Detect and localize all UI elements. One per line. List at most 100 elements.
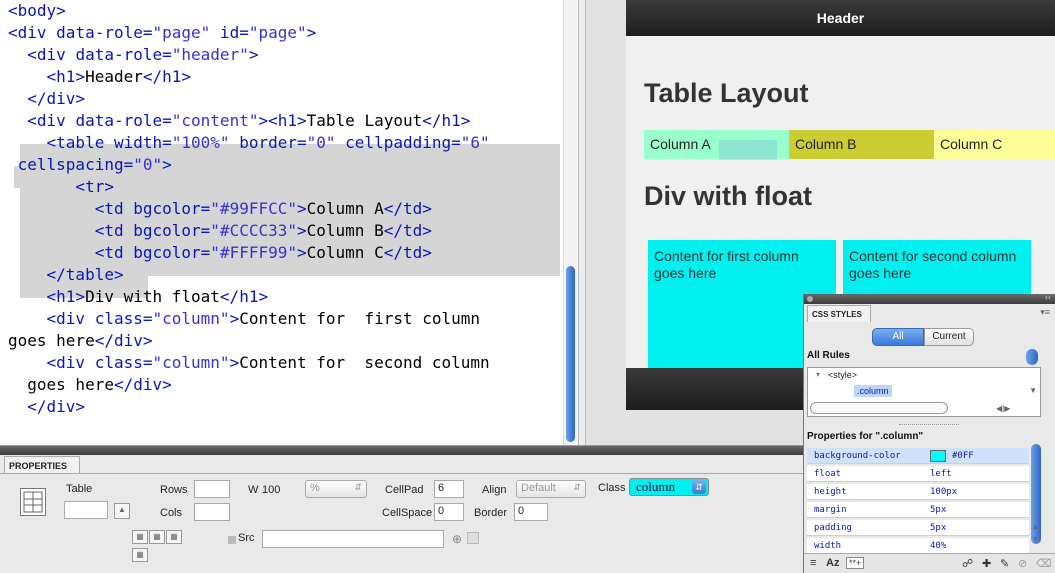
row-column-icons[interactable]: ▦ ▦ ▦	[132, 530, 182, 544]
close-icon[interactable]	[807, 296, 813, 302]
toggle-current[interactable]: Current	[924, 328, 974, 346]
css-property-value[interactable]: 40%	[930, 538, 946, 554]
css-property-row[interactable]: background-color #0FF	[807, 448, 1029, 464]
css-property-row[interactable]: width 40%	[807, 538, 1029, 554]
code-line[interactable]: cellspacing="0">	[8, 154, 172, 176]
code-view[interactable]: <body> <div data-role="page" id="page"> <…	[0, 0, 578, 445]
code-token: "page"	[152, 23, 211, 42]
code-line[interactable]: goes here</div>	[8, 374, 172, 396]
css-property-value[interactable]: #0FF	[952, 448, 974, 464]
css-property-row[interactable]: margin 5px	[807, 502, 1029, 518]
convert-widths-pixels-icon[interactable]: ▦	[149, 530, 165, 544]
code-token: "content"	[171, 111, 259, 130]
table-cell-c[interactable]: Column C	[934, 130, 1055, 159]
css-property-value[interactable]: 5px	[930, 520, 946, 536]
panel-titlebar[interactable]	[0, 446, 803, 455]
code-line[interactable]: <tr>	[8, 176, 114, 198]
code-line[interactable]: </div>	[8, 88, 85, 110]
align-select[interactable]: Default ⇵	[516, 480, 586, 498]
src-icon	[228, 536, 236, 544]
css-property-row[interactable]: padding 5px	[807, 520, 1029, 536]
code-line[interactable]: <td bgcolor="#99FFCC">Column A</td>	[8, 198, 432, 220]
class-select[interactable]: column ⇵	[629, 478, 709, 496]
rule-column[interactable]: .column	[854, 385, 892, 397]
table-id-stepper[interactable]: ▲	[114, 503, 130, 519]
css-property-value[interactable]: 100px	[930, 484, 957, 500]
table-id-input[interactable]	[64, 501, 108, 519]
scroll-up-arrow-icon[interactable]: ▲	[1032, 524, 1039, 531]
disclosure-triangle-icon[interactable]: ▾	[816, 370, 820, 379]
rule-style-node[interactable]: <style>	[828, 370, 857, 380]
code-token: >	[162, 155, 172, 174]
css-property-value[interactable]: left	[930, 466, 952, 482]
clear-row-heights-icon[interactable]: ▦	[132, 530, 148, 544]
panel-gripper[interactable]	[899, 424, 959, 426]
category-view-icon[interactable]: ≡	[810, 557, 816, 569]
new-rule-icon[interactable]: ✚	[982, 557, 991, 570]
css-property-name: height	[814, 487, 847, 497]
clear-column-widths-icon[interactable]: ▦	[132, 548, 148, 562]
code-line[interactable]: <h1>Header</h1>	[8, 66, 192, 88]
all-rules-label: All Rules	[807, 350, 850, 361]
w-value[interactable]: 100	[262, 484, 280, 496]
code-line[interactable]: <body>	[8, 0, 66, 22]
code-line[interactable]: <table width="100%" border="0" cellpaddi…	[8, 132, 490, 154]
code-line[interactable]: <div data-role="content"><h1>Table Layou…	[8, 110, 470, 132]
code-scrollbar-thumb[interactable]	[566, 266, 575, 442]
panel-menu-icon[interactable]: ▾≡	[1040, 307, 1050, 318]
code-token: <table	[8, 133, 114, 152]
code-line[interactable]: <td bgcolor="#FFFF99">Column C</td>	[8, 242, 432, 264]
css-property-name: width	[814, 541, 842, 551]
tab-css-styles[interactable]: CSS STYLES	[807, 305, 871, 322]
code-line[interactable]: </table>	[8, 264, 124, 286]
scroll-down-arrow-icon[interactable]: ▼	[1029, 386, 1037, 395]
scroll-down-arrow-icon[interactable]: ▼	[1032, 536, 1039, 543]
code-line[interactable]: </div>	[8, 396, 85, 418]
css-property-row[interactable]: float left	[807, 466, 1029, 482]
code-line[interactable]: goes here</div>	[8, 330, 153, 352]
convert-widths-percent-icon[interactable]: ▦	[166, 530, 182, 544]
color-swatch[interactable]	[930, 450, 946, 462]
src-input[interactable]	[262, 530, 444, 548]
split-divider[interactable]	[578, 0, 586, 445]
panel-titlebar[interactable]: ‹‹	[804, 292, 1055, 304]
table-cell-b[interactable]: Column B	[789, 130, 934, 159]
code-line[interactable]: <h1>Div with float</h1>	[8, 286, 269, 308]
browse-folder-icon[interactable]	[467, 532, 479, 544]
code-line[interactable]: <div class="column">Content for second c…	[8, 352, 490, 374]
show-set-properties-icon[interactable]: **+	[846, 557, 865, 569]
code-token: ><h1>	[258, 111, 307, 130]
point-to-file-icon[interactable]: ⊕	[452, 532, 462, 546]
disable-property-icon[interactable]: ⊘	[1018, 557, 1027, 570]
w-unit-select[interactable]: % ⇵	[305, 480, 367, 498]
cellpad-input[interactable]: 6	[434, 480, 464, 498]
code-token: <td	[8, 221, 134, 240]
cols-input[interactable]	[194, 503, 230, 521]
collapse-icon[interactable]: ‹‹	[1045, 292, 1051, 302]
alphabetical-view-icon[interactable]: Az	[826, 557, 839, 569]
toggle-all[interactable]: All	[872, 328, 924, 346]
code-token: </div>	[8, 397, 86, 416]
code-token: <h1>	[8, 67, 86, 86]
rules-scroll-thumb[interactable]	[1026, 349, 1038, 365]
code-token: </h1>	[219, 287, 269, 306]
table-icon	[20, 488, 46, 516]
rules-hscroll[interactable]	[810, 402, 948, 414]
scroll-left-right-icon[interactable]: ◀|▶	[996, 404, 1010, 413]
code-line[interactable]: <div data-role="page" id="page">	[8, 22, 316, 44]
border-input[interactable]: 0	[514, 503, 548, 521]
code-token: "header"	[171, 45, 249, 64]
code-line[interactable]: <td bgcolor="#CCCC33">Column B</td>	[8, 220, 432, 242]
edit-rule-icon[interactable]: ✎	[1000, 557, 1009, 570]
attach-stylesheet-icon[interactable]: ☍	[962, 557, 973, 570]
rows-input[interactable]	[194, 480, 230, 498]
delete-icon[interactable]: ⌫	[1036, 557, 1052, 570]
page-header-bar: Header	[626, 0, 1055, 36]
css-property-row[interactable]: height 100px	[807, 484, 1029, 500]
code-line[interactable]: <div class="column">Content for first co…	[8, 308, 481, 330]
css-property-value[interactable]: 5px	[930, 502, 946, 518]
code-line[interactable]: <div data-role="header">	[8, 44, 258, 66]
heading-table-layout: Table Layout	[644, 78, 809, 108]
tab-properties[interactable]: PROPERTIES	[4, 456, 80, 474]
cellspace-input[interactable]: 0	[434, 503, 464, 521]
